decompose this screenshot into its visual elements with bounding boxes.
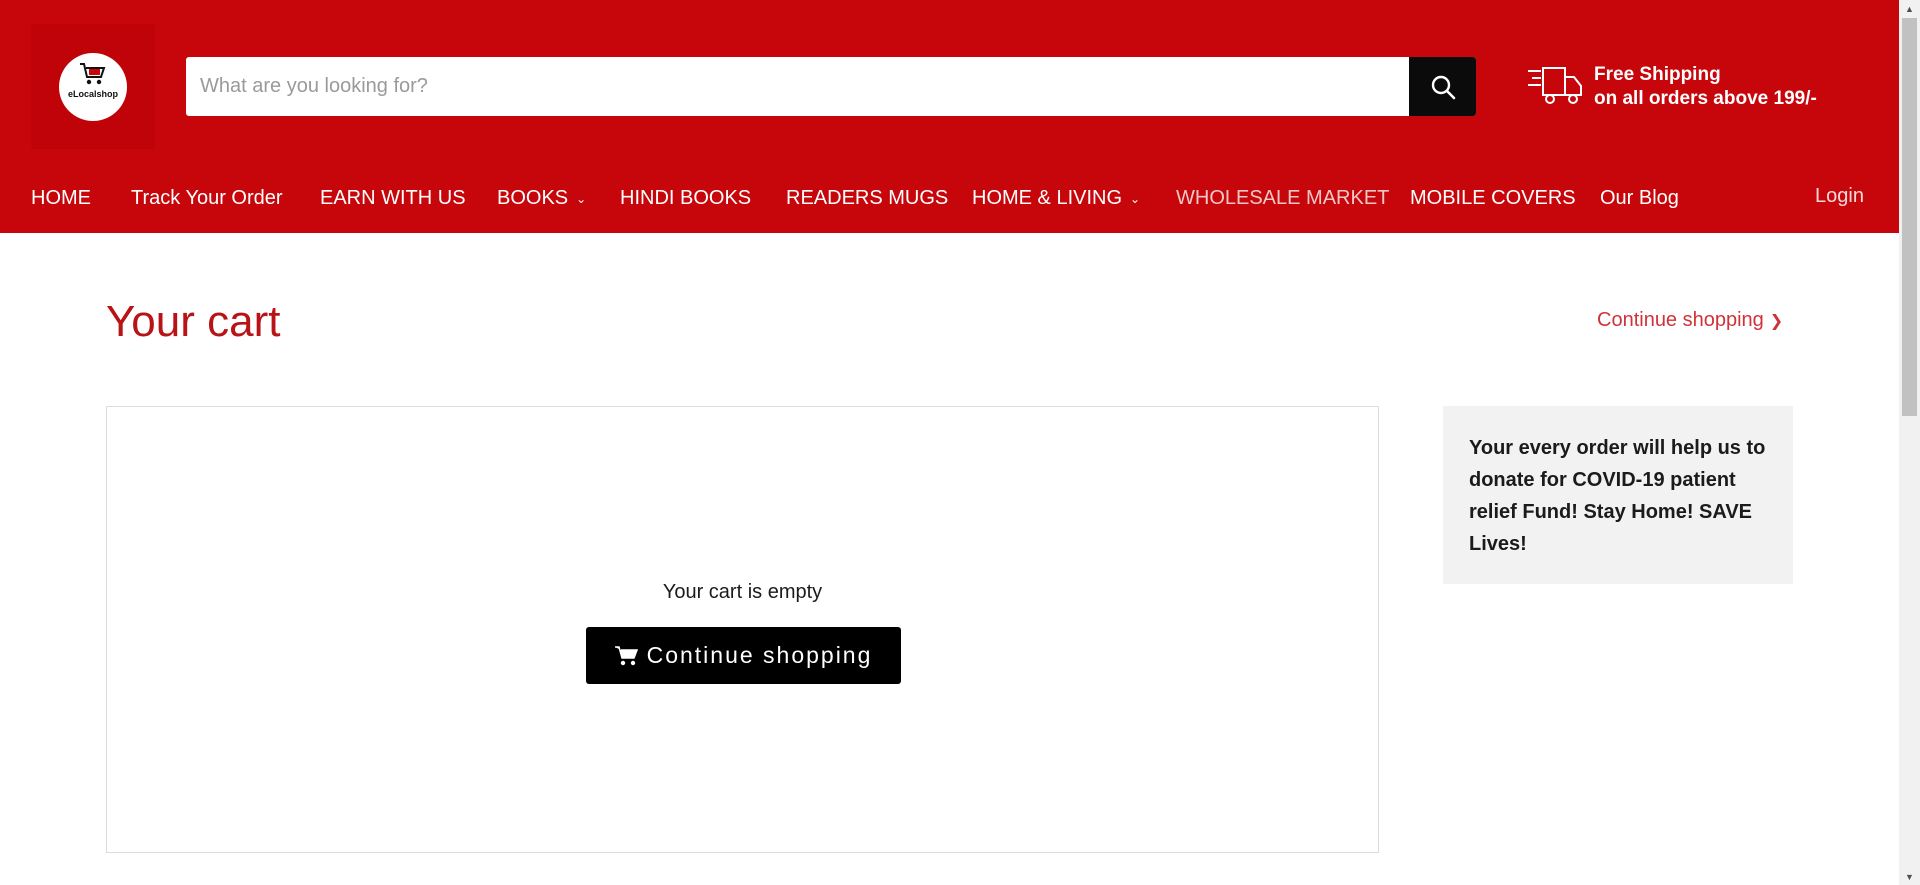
continue-shopping-link[interactable]: Continue shopping ❯	[1597, 309, 1783, 332]
login-link[interactable]: Login	[1815, 185, 1864, 208]
continue-shopping-button-label: Continue shopping	[646, 642, 873, 668]
logo-text: eLocalshop	[67, 89, 118, 99]
nav-item-home-living[interactable]: HOME & LIVING ⌄	[972, 186, 1140, 211]
nav-item-label: WHOLESALE MARKET	[1176, 187, 1390, 209]
nav-item-home[interactable]: HOME	[31, 186, 91, 210]
chevron-down-icon: ⌄	[1130, 191, 1141, 206]
search-input[interactable]	[186, 57, 1406, 116]
search-icon	[1431, 75, 1455, 99]
nav-item-label: HOME	[31, 187, 91, 209]
search-button[interactable]	[1409, 57, 1476, 116]
nav-item-mobile-covers[interactable]: MOBILE COVERS	[1410, 186, 1576, 210]
nav-item-label: MOBILE COVERS	[1410, 187, 1576, 209]
cart-panel: Your cart is empty Continue shopping	[106, 406, 1379, 853]
search-bar	[186, 57, 1476, 116]
nav-item-label: BOOKS	[497, 187, 569, 209]
nav-item-label: HINDI BOOKS	[620, 187, 752, 209]
scroll-up-arrow-icon[interactable]: ▲	[1899, 0, 1920, 17]
nav-item-label: Track Your Order	[131, 187, 283, 209]
cart-empty-message: Your cart is empty	[662, 581, 823, 603]
cart-logo-icon	[80, 63, 106, 85]
nav-item-label: EARN WITH US	[320, 187, 466, 209]
nav-item-label: HOME & LIVING	[972, 187, 1123, 209]
shipping-title: Free Shipping	[1594, 64, 1721, 85]
shipping-subtitle: on all orders above 199/-	[1594, 88, 1817, 109]
nav-item-hindi-books[interactable]: HINDI BOOKS	[620, 186, 751, 210]
scrollbar-thumb[interactable]	[1902, 18, 1917, 416]
donation-notice: Your every order will help us to donate …	[1443, 406, 1793, 584]
continue-shopping-button[interactable]: Continue shopping	[586, 627, 901, 684]
nav-item-readers-mugs[interactable]: READERS MUGS	[786, 186, 948, 210]
continue-shopping-link-label: Continue shopping	[1597, 309, 1764, 331]
nav-item-label: READERS MUGS	[786, 187, 949, 209]
chevron-right-icon: ❯	[1769, 313, 1784, 330]
page-scrollbar[interactable]: ▲ ▼	[1899, 0, 1920, 885]
nav-item-wholesale-market[interactable]: WHOLESALE MARKET	[1176, 186, 1389, 210]
nav-item-label: Our Blog	[1600, 187, 1679, 209]
nav-item-books[interactable]: BOOKS ⌄	[497, 186, 586, 211]
nav-item-earn-with-us[interactable]: EARN WITH US	[320, 186, 466, 210]
donation-notice-text: Your every order will help us to donate …	[1469, 437, 1766, 555]
nav-item-track-order[interactable]: Track Your Order	[131, 186, 283, 210]
cart-icon	[614, 645, 638, 665]
nav-item-our-blog[interactable]: Our Blog	[1600, 186, 1679, 210]
chevron-down-icon: ⌄	[576, 191, 587, 206]
site-header: eLocalshop Free Shipping on all orders a…	[0, 0, 1899, 233]
truck-icon	[1528, 67, 1582, 104]
scroll-down-arrow-icon[interactable]: ▼	[1899, 868, 1920, 885]
page-title: Your cart	[106, 297, 281, 346]
